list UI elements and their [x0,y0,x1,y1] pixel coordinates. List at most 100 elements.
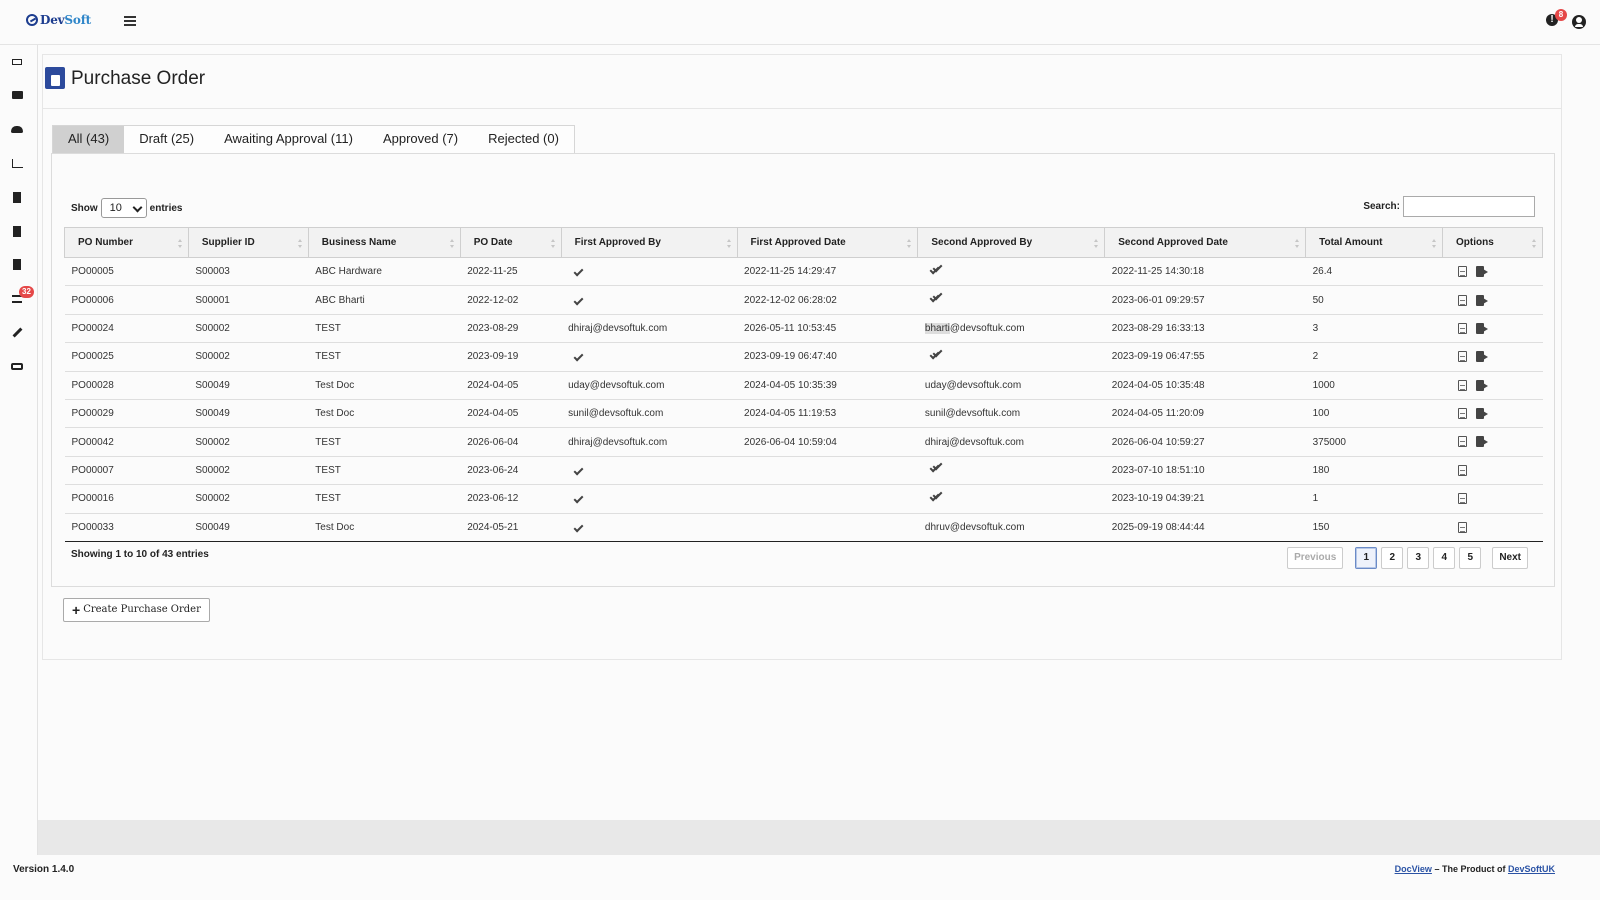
devsoft-logo[interactable]: DevSoft [26,13,91,27]
pdf-icon[interactable] [1457,351,1467,363]
main-content: Purchase Order All (43) Draft (25) Await… [42,54,1562,660]
sidebar: 32 [0,45,38,855]
table-row: PO00042 S00002 TEST 2026-06-04 dhiraj@de… [64,427,1543,457]
pdf-icon[interactable] [1457,436,1467,448]
row-options [1442,257,1543,287]
notification-icon[interactable]: ! 8 [1546,9,1567,26]
row-options [1442,427,1543,457]
show-label: Show [71,202,98,214]
pdf-icon[interactable] [1457,294,1467,306]
devsoftuk-link[interactable]: DevSoftUK [1508,864,1555,874]
tab-draft[interactable]: Draft (25) [124,126,209,154]
pdf-icon[interactable] [1457,521,1467,533]
po-number: PO00028 [64,371,189,400]
double-check-icon [930,351,941,360]
table-row: PO00007 S00002 TEST 2023-06-24 2023-07-1… [64,456,1543,486]
dashboard-icon[interactable] [10,55,24,69]
po-number: PO00025 [64,342,189,372]
entries-select[interactable]: 10 [100,198,147,218]
pdf-icon[interactable] [1457,464,1467,476]
col-second-approved-date[interactable]: Second Approved Date [1104,227,1307,258]
page-1-button[interactable]: 1 [1355,547,1378,569]
po-date: 2024-04-05 [460,371,562,400]
page-5-button[interactable]: 5 [1459,547,1482,569]
first-approved-date [737,456,918,486]
export-icon[interactable] [1475,322,1489,334]
menu-toggle-icon[interactable] [124,16,136,26]
table-row: PO00006 S00001 ABC Bharti 2022-12-02 202… [64,285,1543,315]
business-name: Test Doc [308,371,461,400]
users-icon[interactable] [10,122,24,136]
reports-chart-icon[interactable] [10,156,24,170]
create-purchase-order-button[interactable]: + Create Purchase Order [63,598,210,622]
table-row: PO00029 S00049 Test Doc 2024-04-05 sunil… [64,399,1543,429]
pdf-icon[interactable] [1457,266,1467,278]
po-date: 2023-06-24 [460,456,562,486]
pdf-icon[interactable] [1457,379,1467,391]
total-amount: 3 [1305,314,1443,344]
first-approved-date: 2024-04-05 10:35:39 [737,371,918,400]
total-amount: 1000 [1305,371,1443,400]
file-text-icon[interactable] [10,224,24,238]
first-approved-by [561,285,738,315]
docview-link[interactable]: DocView [1395,864,1432,874]
sort-icon [1295,239,1300,248]
second-approved-by: dhiraj@devsoftuk.com [917,427,1105,457]
folder-icon[interactable] [10,88,24,102]
business-name: ABC Bharti [308,285,461,315]
tab-rejected[interactable]: Rejected (0) [473,126,574,154]
purchase-order-icon [45,67,65,89]
po-date: 2023-06-12 [460,484,562,514]
pdf-icon[interactable] [1457,408,1467,420]
table-row: PO00025 S00002 TEST 2023-09-19 2023-09-1… [64,342,1543,372]
col-po-number[interactable]: PO Number [64,227,189,258]
tab-awaiting-approval[interactable]: Awaiting Approval (11) [209,126,368,154]
export-icon[interactable] [1475,266,1489,278]
col-first-approved-by[interactable]: First Approved By [560,227,738,258]
export-icon[interactable] [1475,408,1489,420]
invoice-icon[interactable] [10,257,24,271]
export-icon[interactable] [1475,436,1489,448]
user-account-icon[interactable] [1572,15,1586,29]
logo-mark-icon [26,14,38,26]
total-amount: 1 [1305,484,1443,514]
col-supplier-id[interactable]: Supplier ID [187,227,309,258]
pdf-icon[interactable] [1457,493,1467,505]
page-4-button[interactable]: 4 [1433,547,1456,569]
search-input[interactable] [1403,196,1535,217]
second-approved-by [917,257,1105,287]
tab-all[interactable]: All (43) [53,126,125,154]
po-number: PO00007 [64,456,189,486]
workflow-icon[interactable] [10,359,24,373]
col-business-name[interactable]: Business Name [307,227,461,258]
business-name: ABC Hardware [308,257,461,287]
second-approved-date: 2024-04-05 10:35:48 [1104,371,1306,400]
tasks-list-icon[interactable]: 32 [10,286,34,305]
col-po-date[interactable]: PO Date [459,227,562,258]
business-name: TEST [308,314,461,344]
export-icon[interactable] [1475,294,1489,306]
table-info: Showing 1 to 10 of 43 entries [71,549,209,560]
check-icon [573,295,584,306]
previous-page-button[interactable]: Previous [1287,547,1344,569]
row-options [1442,456,1543,486]
export-icon[interactable] [1475,379,1489,391]
col-total-amount[interactable]: Total Amount [1305,227,1443,258]
page-2-button[interactable]: 2 [1381,547,1404,569]
col-first-approved-date[interactable]: First Approved Date [736,227,919,258]
page-3-button[interactable]: 3 [1407,547,1430,569]
wrench-icon[interactable] [10,325,24,339]
row-options [1442,513,1543,542]
col-options[interactable]: Options [1442,227,1543,258]
tab-approved[interactable]: Approved (7) [368,126,473,154]
row-options [1442,484,1543,514]
col-second-approved-by[interactable]: Second Approved By [917,227,1106,258]
export-icon[interactable] [1475,351,1489,363]
create-label: Create Purchase Order [83,604,201,615]
document-list-icon[interactable] [10,190,24,204]
pdf-icon[interactable] [1457,322,1467,334]
total-amount: 180 [1305,456,1443,486]
po-date: 2022-12-02 [460,285,562,315]
top-bar: DevSoft ! 8 [0,0,1600,45]
next-page-button[interactable]: Next [1492,547,1528,569]
